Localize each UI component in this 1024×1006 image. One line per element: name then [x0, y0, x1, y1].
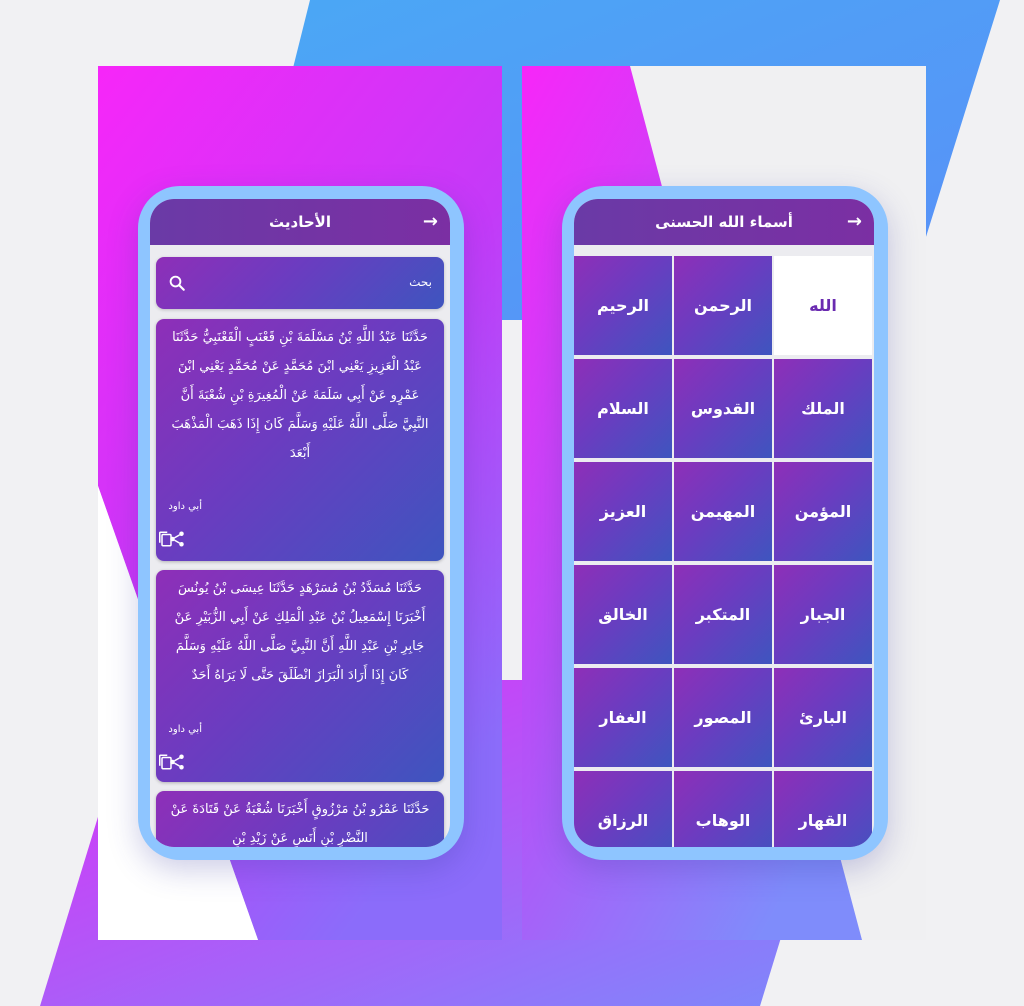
hadith-phone: الأحاديث → بحث حَدَّثَنَا عَبْدُ اللَّهِ… — [138, 186, 464, 860]
name-tile[interactable]: الجبار — [774, 565, 872, 664]
name-tile[interactable]: المهيمن — [674, 462, 772, 561]
search-bar[interactable]: بحث — [156, 257, 444, 309]
name-tile[interactable]: الخالق — [574, 565, 672, 664]
name-tile[interactable]: الملك — [774, 359, 872, 458]
name-tile[interactable]: البارئ — [774, 668, 872, 767]
hadith-text: حَدَّثَنَا عَمْرُو بْنُ مَرْزُوقٍ أَخْبَ… — [170, 802, 430, 846]
page-title: الأحاديث — [269, 213, 331, 231]
search-input[interactable]: بحث — [409, 275, 432, 289]
name-tile[interactable]: القهار — [774, 771, 872, 847]
page-title: أسماء الله الحسنى — [655, 213, 793, 231]
name-tile[interactable]: الرزاق — [574, 771, 672, 847]
name-tile[interactable]: الرحمن — [674, 256, 772, 355]
hadith-screen: الأحاديث → بحث حَدَّثَنَا عَبْدُ اللَّهِ… — [150, 199, 450, 847]
name-tile[interactable]: العزيز — [574, 462, 672, 561]
hadith-source: أبي داود — [168, 501, 202, 512]
names-phone: أسماء الله الحسنى → الله الرحمن الرحيم المل… — [562, 186, 888, 860]
share-icon[interactable] — [168, 529, 186, 549]
hadith-appbar: الأحاديث → — [150, 199, 450, 245]
names-panel: أسماء الله الحسنى → الله الرحمن الرحيم المل… — [522, 66, 926, 940]
share-icon[interactable] — [168, 752, 186, 772]
name-tile[interactable]: الغفار — [574, 668, 672, 767]
hadith-panel: الأحاديث → بحث حَدَّثَنَا عَبْدُ اللَّهِ… — [98, 66, 502, 940]
search-icon[interactable] — [168, 274, 186, 292]
name-tile[interactable]: الرحيم — [574, 256, 672, 355]
hadith-text: حَدَّثَنَا مُسَدَّدُ بْنُ مُسَرْهَدٍ حَد… — [174, 581, 426, 683]
name-tile[interactable]: المصور — [674, 668, 772, 767]
hadith-text: حَدَّثَنَا عَبْدُ اللَّهِ بْنُ مَسْلَمَة… — [171, 330, 429, 461]
name-tile[interactable]: الله — [774, 256, 872, 355]
arrow-right-icon[interactable]: → — [847, 199, 862, 245]
hadith-card: حَدَّثَنَا عَمْرُو بْنُ مَرْزُوقٍ أَخْبَ… — [156, 791, 444, 847]
arrow-right-icon[interactable]: → — [423, 199, 438, 245]
name-tile[interactable]: السلام — [574, 359, 672, 458]
name-tile[interactable]: الوهاب — [674, 771, 772, 847]
hadith-card: حَدَّثَنَا عَبْدُ اللَّهِ بْنُ مَسْلَمَة… — [156, 319, 444, 561]
hadith-card: حَدَّثَنَا مُسَدَّدُ بْنُ مُسَرْهَدٍ حَد… — [156, 570, 444, 782]
names-screen: أسماء الله الحسنى → الله الرحمن الرحيم المل… — [574, 199, 874, 847]
name-tile[interactable]: المتكبر — [674, 565, 772, 664]
name-tile[interactable]: القدوس — [674, 359, 772, 458]
hadith-source: أبي داود — [168, 724, 202, 735]
names-appbar: أسماء الله الحسنى → — [574, 199, 874, 245]
name-tile[interactable]: المؤمن — [774, 462, 872, 561]
